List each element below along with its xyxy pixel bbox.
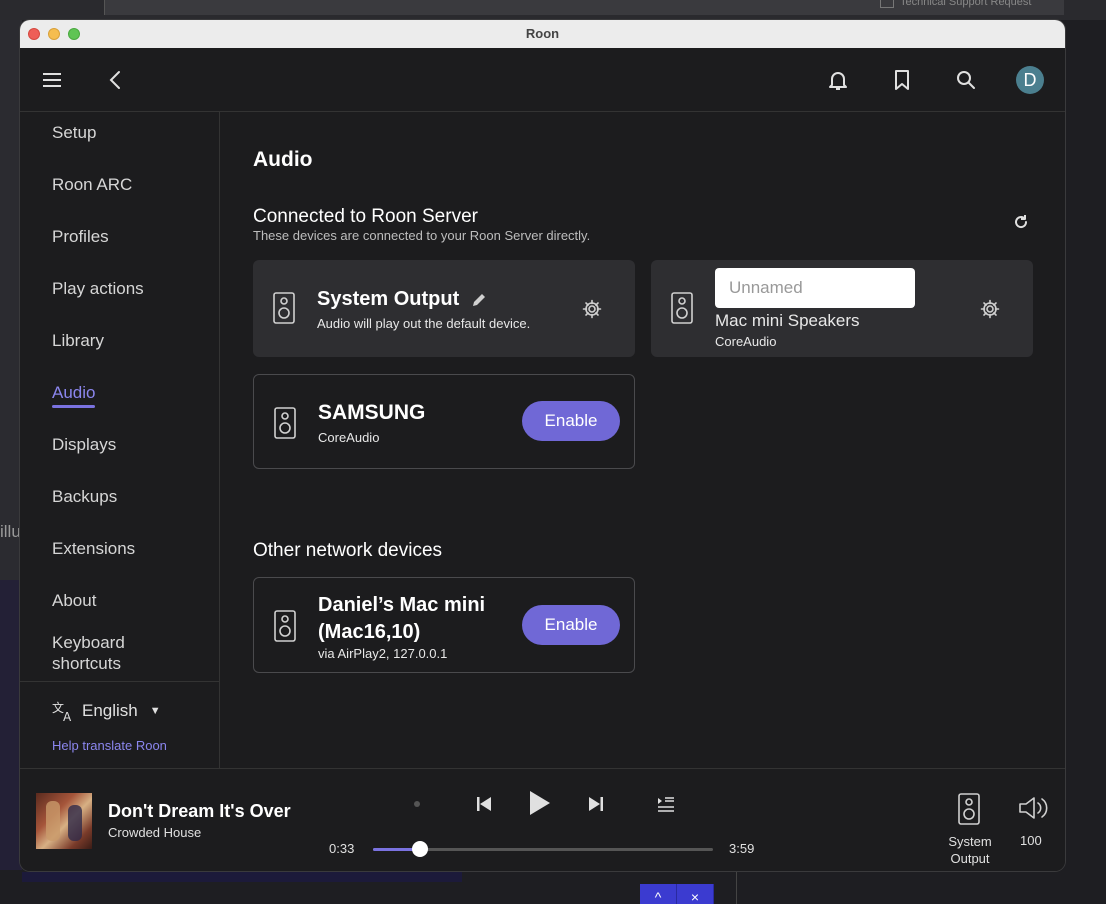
next-icon[interactable]: [586, 794, 606, 814]
sidebar-item-displays[interactable]: Displays: [52, 435, 116, 455]
document-icon: [880, 0, 894, 9]
device-description: via AirPlay2, 127.0.0.1: [318, 646, 448, 661]
background-left-purple: [0, 580, 22, 880]
speaker-icon: [274, 610, 296, 642]
device-name: Daniel’s Mac mini (Mac16,10): [318, 594, 486, 643]
album-art[interactable]: [36, 793, 92, 849]
bookmark-icon[interactable]: [890, 68, 914, 92]
enable-button[interactable]: Enable: [522, 401, 620, 441]
background-nav-buttons: ^ ×: [640, 884, 714, 904]
speaker-icon[interactable]: [958, 793, 980, 825]
sidebar-item-audio[interactable]: Audio: [52, 383, 96, 408]
traffic-lights: [28, 28, 80, 40]
device-card-mac-mini-speakers: Mac mini Speakers CoreAudio: [651, 260, 1033, 357]
volume-icon[interactable]: [1018, 795, 1050, 821]
seek-bar[interactable]: [373, 841, 713, 857]
sidebar-item-library[interactable]: Library: [52, 331, 104, 351]
maximize-window-button[interactable]: [68, 28, 80, 40]
device-card-system-output: System Output Audio will play out the de…: [253, 260, 635, 357]
background-text: illu: [0, 522, 21, 541]
device-name: SAMSUNG: [318, 401, 426, 424]
device-name-input[interactable]: [715, 268, 915, 308]
main-content: Audio Connected to Roon Server These dev…: [221, 112, 1065, 768]
sidebar-item-keyboard-shortcuts[interactable]: Keyboard shortcuts: [52, 632, 142, 674]
queue-icon[interactable]: [656, 795, 676, 813]
refresh-icon[interactable]: [1013, 214, 1029, 230]
track-artist[interactable]: Crowded House: [108, 825, 201, 840]
sidebar-item-roon-arc[interactable]: Roon ARC: [52, 175, 132, 195]
volume-level[interactable]: 100: [1020, 833, 1042, 848]
speaker-icon: [671, 292, 693, 324]
language-selector[interactable]: 文 A English ▼: [52, 700, 161, 722]
sidebar-item-about[interactable]: About: [52, 591, 96, 611]
radio-indicator-icon[interactable]: [412, 799, 422, 809]
device-description: Audio will play out the default device.: [317, 316, 531, 331]
connected-heading: Connected to Roon Server: [253, 206, 478, 227]
previous-icon[interactable]: [474, 794, 494, 814]
caret-down-icon: ▼: [149, 705, 161, 717]
now-playing-bar: Don't Dream It's Over Crowded House 0:33…: [20, 768, 1065, 871]
language-label: English: [82, 701, 138, 720]
speaker-icon: [273, 292, 295, 324]
seek-handle[interactable]: [411, 841, 428, 857]
device-card-daniels-mac-mini: Daniel’s Mac mini (Mac16,10) via AirPlay…: [253, 577, 635, 673]
background-tech-support: Technical Support Request: [880, 0, 1031, 9]
elapsed-time: 0:33: [329, 841, 355, 856]
zone-name[interactable]: System Output: [940, 833, 1000, 867]
bell-icon[interactable]: [826, 68, 850, 92]
speaker-icon: [274, 407, 296, 439]
top-bar: D: [20, 48, 1065, 112]
play-icon[interactable]: [526, 789, 552, 817]
close-window-button[interactable]: [28, 28, 40, 40]
avatar[interactable]: D: [1016, 66, 1044, 94]
gear-icon[interactable]: [980, 299, 1000, 319]
device-name: System Output: [317, 288, 460, 310]
search-icon[interactable]: [954, 68, 978, 92]
device-card-samsung: SAMSUNG CoreAudio Enable: [253, 374, 635, 469]
pencil-icon[interactable]: [471, 292, 487, 308]
device-description: CoreAudio: [715, 334, 777, 349]
roon-window: Roon D Setup Roon ARC Profiles Play acti…: [20, 20, 1065, 871]
device-name: Mac mini Speakers: [715, 311, 860, 330]
other-devices-heading: Other network devices: [253, 540, 443, 561]
device-description: CoreAudio: [318, 430, 380, 445]
sidebar-item-backups[interactable]: Backups: [52, 487, 117, 507]
gear-icon[interactable]: [582, 299, 602, 319]
settings-sidebar: Setup Roon ARC Profiles Play actions Lib…: [20, 112, 220, 768]
sidebar-item-extensions[interactable]: Extensions: [52, 539, 135, 559]
up-chevron-icon[interactable]: ^: [640, 884, 677, 904]
back-icon[interactable]: [104, 68, 128, 92]
help-translate-link[interactable]: Help translate Roon: [52, 738, 167, 753]
track-title[interactable]: Don't Dream It's Over: [108, 801, 291, 822]
titlebar: Roon: [20, 20, 1065, 48]
sidebar-divider: [20, 681, 220, 682]
connected-subtitle: These devices are connected to your Roon…: [253, 228, 591, 243]
menu-icon[interactable]: [40, 68, 64, 92]
page-title: Audio: [253, 148, 313, 171]
sidebar-item-play-actions[interactable]: Play actions: [52, 279, 144, 299]
background-divider: [736, 870, 746, 904]
enable-button[interactable]: Enable: [522, 605, 620, 645]
window-title: Roon: [525, 26, 560, 41]
total-duration: 3:59: [729, 841, 755, 856]
sidebar-item-setup[interactable]: Setup: [52, 123, 96, 143]
translate-icon: 文 A: [52, 700, 72, 722]
svg-text:A: A: [63, 710, 72, 722]
sidebar-item-profiles[interactable]: Profiles: [52, 227, 109, 247]
close-icon[interactable]: ×: [677, 884, 714, 904]
minimize-window-button[interactable]: [48, 28, 60, 40]
background-purple-line: [22, 872, 462, 882]
